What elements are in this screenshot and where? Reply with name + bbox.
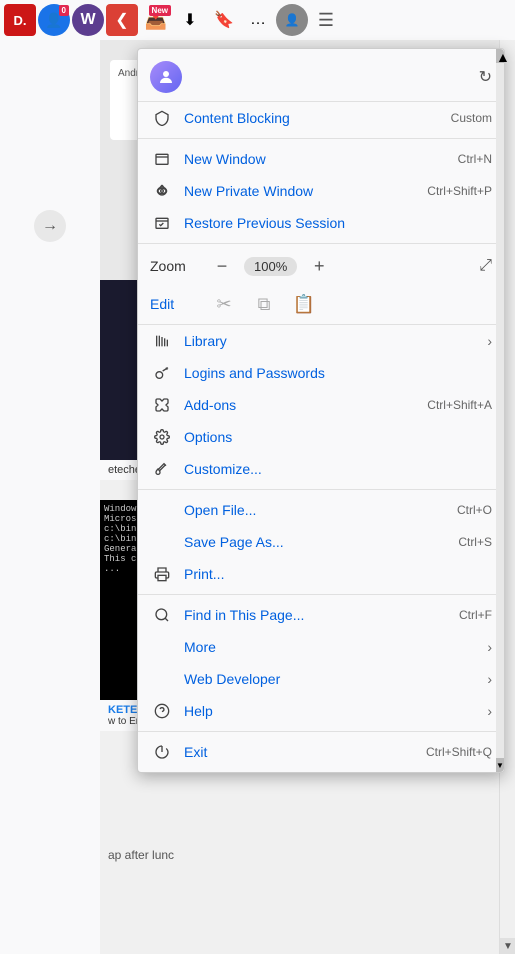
- separator-3: [138, 489, 504, 490]
- customize-item[interactable]: Customize...: [138, 453, 504, 485]
- help-arrow: ›: [487, 703, 492, 719]
- help-item[interactable]: Help ›: [138, 695, 504, 727]
- new-private-window-shortcut: Ctrl+Shift+P: [427, 184, 492, 198]
- brush-icon: [150, 461, 174, 477]
- save-page-label: Save Page As...: [184, 534, 458, 550]
- sidebar-bg: →: [0, 40, 100, 954]
- more-arrow: ›: [487, 639, 492, 655]
- paste-button[interactable]: 📋: [288, 290, 320, 318]
- dropdown-scroll-up[interactable]: ▲: [496, 49, 504, 63]
- printer-icon: [150, 566, 174, 582]
- library-label: Library: [184, 333, 479, 349]
- separator-1: [138, 138, 504, 139]
- sidebar-forward-button[interactable]: →: [34, 210, 66, 242]
- options-item[interactable]: Options: [138, 421, 504, 453]
- puzzle-icon: [150, 397, 174, 413]
- key-icon: [150, 365, 174, 381]
- more-item[interactable]: More ›: [138, 631, 504, 663]
- new-badge: New: [149, 5, 171, 16]
- restore-icon: [150, 215, 174, 231]
- content-blocking-value: Custom: [451, 111, 492, 125]
- edit-label: Edit: [150, 296, 200, 312]
- restore-session-item[interactable]: Restore Previous Session: [138, 207, 504, 239]
- more-label: More: [184, 639, 479, 655]
- find-in-page-shortcut: Ctrl+F: [459, 608, 492, 622]
- power-icon: [150, 744, 174, 760]
- search-icon: [150, 607, 174, 623]
- zoom-expand-button[interactable]: ⤢: [479, 257, 492, 275]
- open-file-label: Open File...: [184, 502, 457, 518]
- library-item[interactable]: Library ›: [138, 325, 504, 357]
- help-label: Help: [184, 703, 479, 719]
- bottom-content: ap after lunc: [100, 840, 499, 870]
- w-icon[interactable]: W: [72, 4, 104, 36]
- help-icon: [150, 703, 174, 719]
- download-icon[interactable]: ⬇: [174, 4, 206, 36]
- new-window-icon: [150, 151, 174, 167]
- private-window-icon: [150, 183, 174, 199]
- options-label: Options: [184, 429, 492, 445]
- library-arrow: ›: [487, 333, 492, 349]
- zoom-label: Zoom: [150, 258, 200, 274]
- cut-button[interactable]: ✂: [208, 290, 240, 318]
- exit-shortcut: Ctrl+Shift+Q: [426, 745, 492, 759]
- bookmark-icon[interactable]: 🔖: [208, 4, 240, 36]
- print-label: Print...: [184, 566, 492, 582]
- new-window-item[interactable]: New Window Ctrl+N: [138, 143, 504, 175]
- d-icon[interactable]: D.: [4, 4, 36, 36]
- user-avatar: [150, 61, 182, 93]
- save-page-item[interactable]: Save Page As... Ctrl+S: [138, 526, 504, 558]
- exit-label: Exit: [184, 744, 426, 760]
- find-in-page-item[interactable]: Find in This Page... Ctrl+F: [138, 599, 504, 631]
- separator-2: [138, 243, 504, 244]
- new-private-window-label: New Private Window: [184, 183, 427, 199]
- exit-item[interactable]: Exit Ctrl+Shift+Q: [138, 736, 504, 768]
- customize-label: Customize...: [184, 461, 492, 477]
- copy-button[interactable]: ⧉: [248, 290, 280, 318]
- content-blocking-item[interactable]: Content Blocking Custom: [138, 102, 504, 134]
- zoom-value: 100%: [244, 257, 297, 276]
- scroll-down-button[interactable]: ▼: [500, 938, 515, 954]
- save-page-shortcut: Ctrl+S: [458, 535, 492, 549]
- addons-shortcut: Ctrl+Shift+A: [427, 398, 492, 412]
- open-file-item[interactable]: Open File... Ctrl+O: [138, 494, 504, 526]
- addons-label: Add-ons: [184, 397, 427, 413]
- dropdown-scrollbar[interactable]: ▲ ▼: [496, 49, 504, 772]
- todoist-icon[interactable]: ❮: [106, 4, 138, 36]
- refresh-button[interactable]: ↻: [479, 67, 492, 87]
- find-in-page-label: Find in This Page...: [184, 607, 459, 623]
- browser-toolbar: D. 👤 0 W ❮ 📥 New ⬇ 🔖 … 👤 ☰: [0, 0, 515, 40]
- avatar-icon[interactable]: 👤 0: [38, 4, 70, 36]
- edit-row: Edit ✂ ⧉ 📋: [138, 284, 504, 325]
- addons-item[interactable]: Add-ons Ctrl+Shift+A: [138, 389, 504, 421]
- hamburger-menu-button[interactable]: ☰: [310, 4, 342, 36]
- dropdown-scroll-down[interactable]: ▼: [496, 758, 504, 772]
- logins-label: Logins and Passwords: [184, 365, 492, 381]
- separator-5: [138, 731, 504, 732]
- restore-session-label: Restore Previous Session: [184, 215, 492, 231]
- new-extension-icon[interactable]: 📥 New: [140, 4, 172, 36]
- new-private-window-item[interactable]: New Private Window Ctrl+Shift+P: [138, 175, 504, 207]
- new-window-shortcut: Ctrl+N: [458, 152, 492, 166]
- profile-icon[interactable]: 👤: [276, 4, 308, 36]
- new-window-label: New Window: [184, 151, 458, 167]
- zoom-plus-button[interactable]: +: [305, 254, 333, 278]
- web-developer-label: Web Developer: [184, 671, 479, 687]
- print-item[interactable]: Print...: [138, 558, 504, 590]
- web-developer-arrow: ›: [487, 671, 492, 687]
- zoom-row: Zoom − 100% + ⤢: [138, 248, 504, 284]
- web-developer-item[interactable]: Web Developer ›: [138, 663, 504, 695]
- browser-dropdown-menu: ↻ Content Blocking Custom New Window Ctr…: [137, 48, 505, 773]
- library-icon: [150, 333, 174, 349]
- dots-icon[interactable]: …: [242, 4, 274, 36]
- menu-header: ↻: [138, 53, 504, 102]
- zoom-minus-button[interactable]: −: [208, 254, 236, 278]
- open-file-shortcut: Ctrl+O: [457, 503, 492, 517]
- content-blocking-label: Content Blocking: [184, 110, 451, 126]
- logins-passwords-item[interactable]: Logins and Passwords: [138, 357, 504, 389]
- notification-badge: 0: [59, 5, 69, 16]
- separator-4: [138, 594, 504, 595]
- gear-icon: [150, 429, 174, 445]
- shield-icon: [150, 110, 174, 126]
